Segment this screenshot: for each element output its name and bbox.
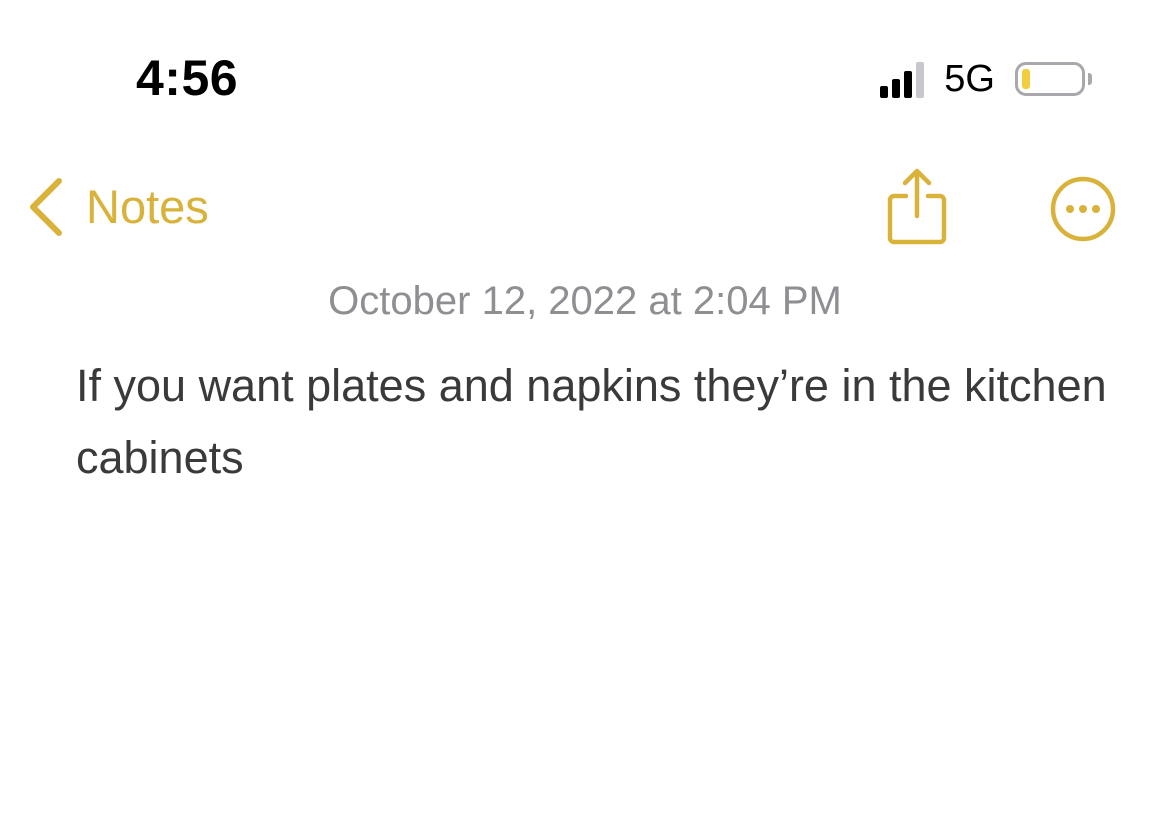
- signal-bar: [904, 71, 913, 98]
- network-type: 5G: [944, 58, 995, 100]
- note-date: October 12, 2022 at 2:04 PM: [328, 279, 842, 323]
- signal-bar: [916, 62, 925, 98]
- status-indicators: 5G: [880, 56, 1092, 102]
- battery-level: [1022, 69, 1030, 89]
- more-button[interactable]: [1048, 174, 1118, 244]
- nav-bar: Notes: [0, 160, 1170, 260]
- note-body[interactable]: If you want plates and napkins they’re i…: [76, 350, 1116, 494]
- signal-bar: [880, 86, 889, 98]
- share-icon: [887, 168, 947, 245]
- cellular-signal-icon: [880, 60, 925, 98]
- chevron-left-icon: [30, 178, 62, 236]
- battery-low-icon: [1015, 62, 1085, 96]
- share-button[interactable]: [884, 166, 950, 246]
- status-bar: 4:56 5G: [0, 0, 1170, 130]
- back-button[interactable]: Notes: [26, 174, 209, 240]
- status-time: 4:56: [136, 50, 239, 106]
- back-label: Notes: [86, 180, 209, 233]
- signal-bar: [892, 79, 901, 98]
- notes-screen: 4:56 5G Notes October 12, 2022 at 2:04 P…: [0, 0, 1170, 820]
- ellipsis-circle-icon: [1050, 176, 1116, 242]
- battery-cap: [1088, 73, 1092, 85]
